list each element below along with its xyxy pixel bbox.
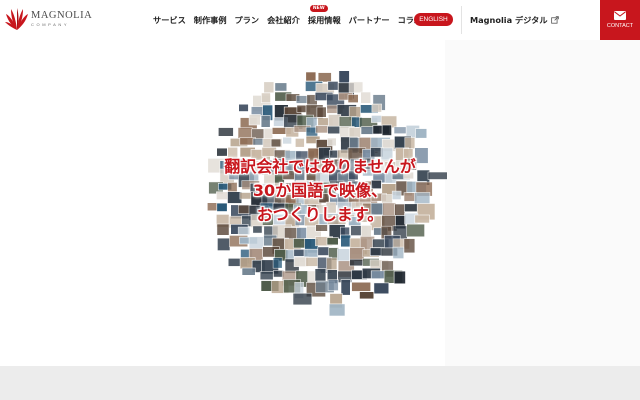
magnolia-digital-link[interactable]: Magnolia デジタル <box>470 14 559 26</box>
collage-photo-tile <box>404 137 416 149</box>
collage-photo-tile <box>337 248 352 263</box>
collage-photo-tile <box>248 114 261 126</box>
collage-photo-tile <box>347 94 359 103</box>
collage-photo-tile <box>305 257 320 267</box>
collage-photo-tile <box>316 106 327 118</box>
collage-photo-tile <box>373 282 390 295</box>
collage-photo-tile <box>371 103 382 113</box>
logo-wordmark: MAGNOLIA <box>31 10 93 22</box>
main-nav: サービス 制作事例 プラン 会社紹介 NEW 採用情報 パートナー コラム <box>153 5 430 26</box>
contact-button[interactable]: CONTACT <box>600 0 640 40</box>
collage-photo-tile <box>305 71 317 82</box>
hero-headline: 翻訳会社ではありませんが 30か国語で映像、 おつくりします。 <box>200 155 440 227</box>
external-link-icon <box>550 16 559 24</box>
collage-photo-tile <box>217 237 231 251</box>
collage-photo-tile <box>237 127 253 139</box>
nav-item-plans[interactable]: プラン <box>235 14 260 26</box>
collage-photo-tile <box>241 267 256 276</box>
collage-photo-tile <box>327 125 341 135</box>
collage-photo-tile <box>393 126 407 134</box>
collage-photo-tile <box>348 81 364 94</box>
collage-photo-tile <box>237 226 251 236</box>
new-badge: NEW <box>309 5 328 12</box>
collage-photo-tile <box>327 279 339 291</box>
collage-photo-tile <box>340 279 351 296</box>
nav-item-recruit[interactable]: NEW 採用情報 <box>307 5 341 26</box>
collage-photo-tile <box>349 258 364 267</box>
collage-photo-tile <box>393 270 406 285</box>
collage-photo-tile <box>328 303 346 317</box>
collage-photo-tile <box>274 82 288 92</box>
collage-photo-tile <box>260 115 271 128</box>
english-button[interactable]: ENGLISH <box>414 13 453 26</box>
collage-photo-tile <box>272 257 283 269</box>
collage-photo-tile <box>403 238 416 254</box>
collage-photo-tile <box>369 247 383 257</box>
collage-photo-tile <box>238 103 249 112</box>
collage-photo-tile <box>327 81 339 91</box>
magnolia-digital-label: Magnolia デジタル <box>470 15 548 25</box>
nav-item-recruit-label: 採用情報 <box>307 15 341 25</box>
contact-label: CONTACT <box>606 23 634 29</box>
collage-photo-tile <box>392 246 405 259</box>
collage-photo-tile <box>217 127 234 137</box>
collage-photo-tile <box>327 137 337 147</box>
collage-photo-tile <box>314 268 327 282</box>
collage-photo-tile <box>295 138 305 148</box>
hero-headline-line-2: 30か国語で映像、 <box>252 181 388 200</box>
logo[interactable]: MAGNOLIA COMPANY <box>4 5 92 33</box>
collage-photo-tile <box>381 124 392 136</box>
collage-photo-tile <box>370 270 387 280</box>
logo-subtext: COMPANY <box>31 21 70 27</box>
collage-photo-tile <box>415 128 428 139</box>
collage-photo-tile <box>338 70 350 84</box>
magnolia-flower-icon <box>5 8 28 30</box>
hero-headline-line-3: おつくりします。 <box>256 205 384 224</box>
collage-photo-tile <box>340 234 351 248</box>
collage-photo-tile <box>270 138 282 148</box>
hero-headline-line-1: 翻訳会社ではありませんが <box>224 157 416 176</box>
collage-photo-tile <box>263 81 275 94</box>
collage-photo-tile <box>261 92 271 103</box>
footer-band <box>0 366 640 400</box>
collage-photo-tile <box>259 271 274 281</box>
nav-item-about[interactable]: 会社紹介 <box>267 14 300 26</box>
collage-photo-tile <box>317 246 330 256</box>
collage-photo-tile <box>317 72 332 83</box>
collage-photo-tile <box>252 138 265 146</box>
collage-photo-tile <box>326 237 339 246</box>
collage-photo-tile <box>282 136 292 145</box>
collage-photo-tile <box>360 91 371 104</box>
site-header: MAGNOLIA COMPANY サービス 制作事例 プラン 会社紹介 NEW … <box>0 0 640 40</box>
mail-icon <box>614 11 626 20</box>
nav-item-partners[interactable]: パートナー <box>349 14 390 26</box>
hero-side-panel <box>445 40 640 366</box>
header-divider <box>461 6 462 34</box>
collage-photo-tile <box>248 236 265 250</box>
nav-item-works[interactable]: 制作事例 <box>194 14 227 26</box>
collage-photo-tile <box>359 291 375 300</box>
collage-photo-tile <box>315 125 329 134</box>
collage-photo-tile <box>292 292 313 306</box>
nav-item-services[interactable]: サービス <box>153 14 186 26</box>
collage-photo-tile <box>303 248 319 258</box>
collage-photo-tile <box>351 281 372 292</box>
